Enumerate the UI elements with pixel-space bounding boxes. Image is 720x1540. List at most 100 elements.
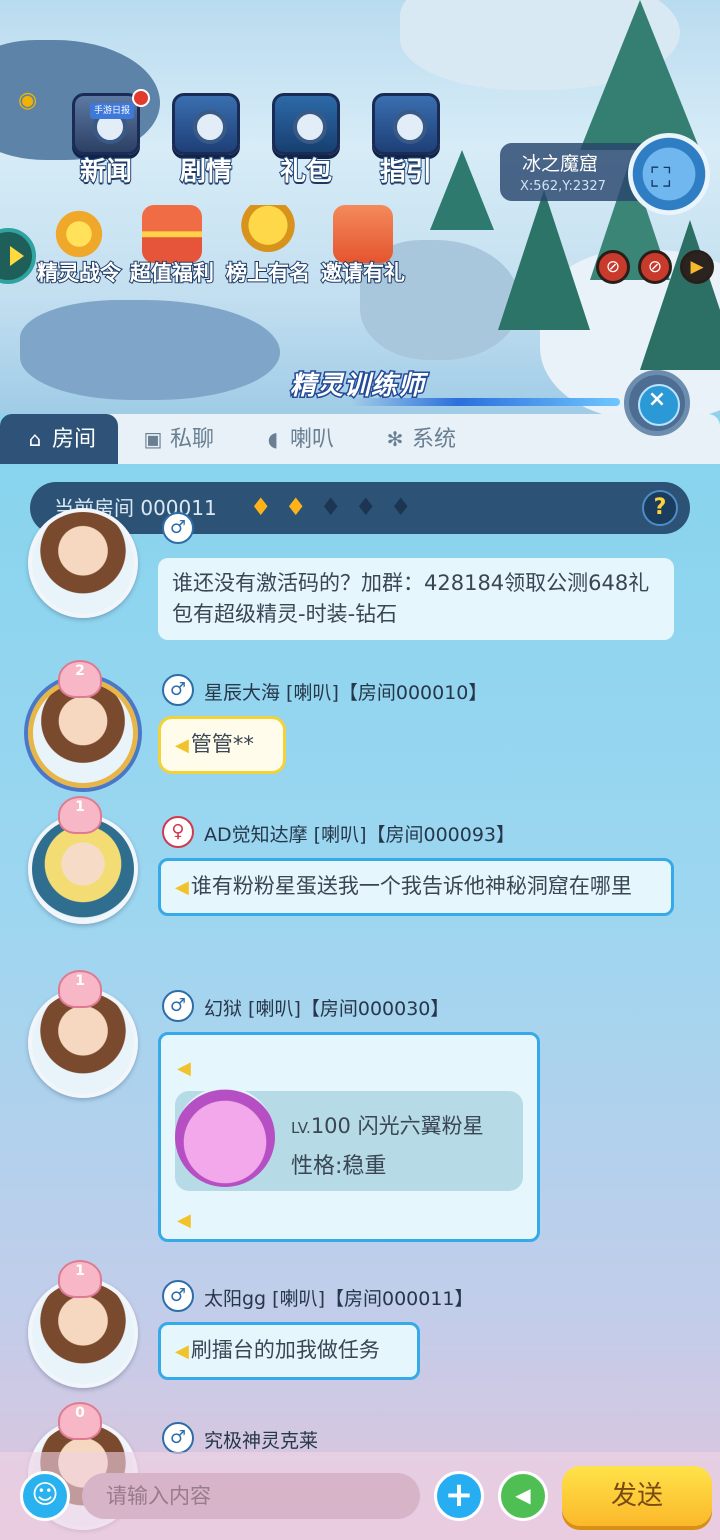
message-input[interactable] — [82, 1473, 420, 1519]
pet-card[interactable]: LV.100 闪光六翼粉星 性格:稳重 — [175, 1087, 523, 1191]
mute-sound-icon[interactable]: ⊘ — [596, 250, 630, 284]
sender-name[interactable]: 星辰大海 [喇叭]【房间000010】 — [204, 678, 487, 705]
megaphone-icon: ◀ — [515, 1483, 531, 1507]
red-dot-notification — [132, 89, 150, 107]
message-text: 谁有粉粉星蛋送我一个我告诉他神秘洞窟在哪里 — [190, 874, 632, 898]
menu-battle-pass-label: 精灵战令 — [36, 260, 122, 286]
menu-news-label: 新闻 — [79, 156, 133, 188]
menu-ranking-label: 榜上有名 — [225, 260, 311, 286]
horn-icon: ◀ — [175, 735, 189, 756]
gift-box-icon — [272, 93, 340, 155]
horn-toggle-button[interactable]: ◀ — [498, 1471, 548, 1521]
home-icon: ⌂ — [28, 427, 42, 451]
message-text: 刷擂台的加我做任务 — [190, 1338, 380, 1362]
expand-arrow-icon[interactable] — [0, 228, 36, 284]
male-icon: ♂ — [162, 1422, 194, 1454]
tab-horn[interactable]: ◖ 喇叭 — [260, 414, 334, 464]
message-bubble: ◀刷擂台的加我做任务 — [158, 1322, 420, 1380]
pink-crown-icon: 2 — [58, 660, 102, 698]
menu-story-label: 剧情 — [179, 156, 233, 188]
game-scene: ◉ 手游日报 新闻 剧情 礼包 指引 精灵战令 超值福利 榜上有名 邀请有礼 冰… — [0, 0, 720, 420]
tab-room-label: 房间 — [52, 427, 97, 452]
message-bubble: ◀谁有粉粉星蛋送我一个我告诉他神秘洞窟在哪里 — [158, 858, 674, 916]
horn-icon: ◀ — [177, 1058, 191, 1079]
pink-crown-icon: 1 — [58, 1260, 102, 1298]
sender-name[interactable]: 幻狱 [喇叭]【房间000030】 — [204, 994, 449, 1021]
map-title: 冰之魔窟 — [522, 153, 599, 175]
menu-news[interactable]: 手游日报 新闻 — [58, 89, 154, 203]
flame-icon: ♦ — [390, 493, 412, 521]
pink-crown-icon: 1 — [58, 970, 102, 1008]
pet-trait: 性格:稳重 — [291, 1154, 387, 1179]
trainer-bar — [350, 398, 620, 406]
send-button[interactable]: 发送 — [562, 1466, 712, 1526]
sender-name[interactable]: 太阳gg [喇叭]【房间000011】 — [204, 1284, 474, 1311]
trophy-icon — [238, 205, 298, 263]
pink-crown-icon: 1 — [58, 796, 102, 834]
message-bubble: 谁还没有激活码的？加群：428184领取公测648礼包有超级精灵-时装-钻石 — [158, 558, 674, 640]
chat-panel: ⌂ 房间 ▣ 私聊 ◖ 喇叭 ✻ 系统 当前房间 000011 ♦ ♦ ♦ ♦ ♦ ? ♂ 谁还… — [0, 414, 720, 1540]
male-icon: ♂ — [162, 512, 194, 544]
sender-name[interactable]: AD觉知达摩 [喇叭]【房间000093】 — [204, 820, 515, 847]
pet-level-name: LV.100 闪光六翼粉星 — [291, 1111, 484, 1144]
male-icon: ♂ — [162, 990, 194, 1022]
male-icon: ♂ — [162, 1280, 194, 1312]
female-icon: ♀ — [162, 816, 194, 848]
menu-guide[interactable]: 指引 — [358, 93, 454, 203]
menu-welfare[interactable]: 超值福利 — [128, 205, 216, 295]
male-icon: ♂ — [162, 674, 194, 706]
invite-icon — [333, 205, 393, 263]
chat-tabs: ⌂ 房间 ▣ 私聊 ◖ 喇叭 ✻ 系统 — [0, 414, 720, 464]
message-bubble: ◀管管** — [158, 716, 286, 774]
flame-icon: ♦ — [355, 493, 377, 521]
menu-invite-label: 邀请有礼 — [320, 260, 406, 286]
tab-system[interactable]: ✻ 系统 — [382, 414, 456, 464]
menu-story[interactable]: 剧情 — [158, 93, 254, 203]
menu-battle-pass[interactable]: 精灵战令 — [34, 205, 124, 295]
tab-room[interactable]: ⌂ 房间 — [0, 414, 118, 464]
avatar[interactable] — [28, 508, 138, 618]
horn-icon: ◀ — [177, 1210, 191, 1231]
pet-level-prefix: LV. — [291, 1119, 311, 1137]
pet-portrait — [175, 1087, 275, 1187]
horn-icon: ◀ — [175, 1341, 189, 1362]
help-button[interactable]: ? — [642, 490, 678, 526]
message-text: 管管** — [190, 732, 254, 756]
map-button[interactable]: ⛶ — [628, 133, 710, 215]
pet-name: 闪光六翼粉星 — [357, 1114, 484, 1138]
pet-level: 100 — [310, 1114, 351, 1138]
safe-icon — [372, 93, 440, 155]
chat-input-bar: ☺ + ◀ 发送 — [0, 1452, 720, 1540]
sender-name[interactable]: 究极神灵克莱 — [204, 1426, 318, 1453]
menu-ranking[interactable]: 榜上有名 — [224, 205, 312, 295]
current-room-bar: 当前房间 000011 ♦ ♦ ♦ ♦ ♦ ? — [30, 482, 690, 534]
emoji-button[interactable]: ☺ — [20, 1471, 70, 1521]
pine-tree — [580, 0, 700, 150]
menu-invite[interactable]: 邀请有礼 — [318, 205, 408, 295]
safe-icon — [172, 93, 240, 155]
tab-private-label: 私聊 — [170, 427, 215, 452]
pink-crown-icon: 0 — [58, 1402, 102, 1440]
smiley-icon: ☺ — [31, 1480, 59, 1510]
battle-pass-icon — [49, 205, 109, 263]
crown-level: 1 — [75, 799, 85, 815]
skip-icon[interactable]: ▶ — [680, 250, 714, 284]
tab-private[interactable]: ▣ 私聊 — [140, 414, 214, 464]
tab-horn-label: 喇叭 — [290, 427, 335, 452]
gift-icon — [142, 205, 202, 263]
trainer-title: 精灵训练师 — [288, 370, 426, 403]
menu-gift-label: 礼包 — [279, 156, 333, 188]
crown-level: 1 — [75, 1263, 85, 1279]
crown-level: 0 — [75, 1405, 85, 1421]
close-chat-button[interactable]: × — [624, 370, 690, 436]
crown-level: 1 — [75, 973, 85, 989]
menu-gift[interactable]: 礼包 — [258, 93, 354, 203]
mute-music-icon[interactable]: ⊘ — [638, 250, 672, 284]
menu-guide-label: 指引 — [379, 156, 433, 188]
ice-rock — [20, 300, 280, 400]
chat-screen-icon: ▣ — [143, 427, 163, 451]
add-button[interactable]: + — [434, 1471, 484, 1521]
gear-icon: ✻ — [386, 427, 404, 451]
flame-icon: ♦ — [320, 493, 342, 521]
crown-level: 2 — [75, 663, 85, 679]
